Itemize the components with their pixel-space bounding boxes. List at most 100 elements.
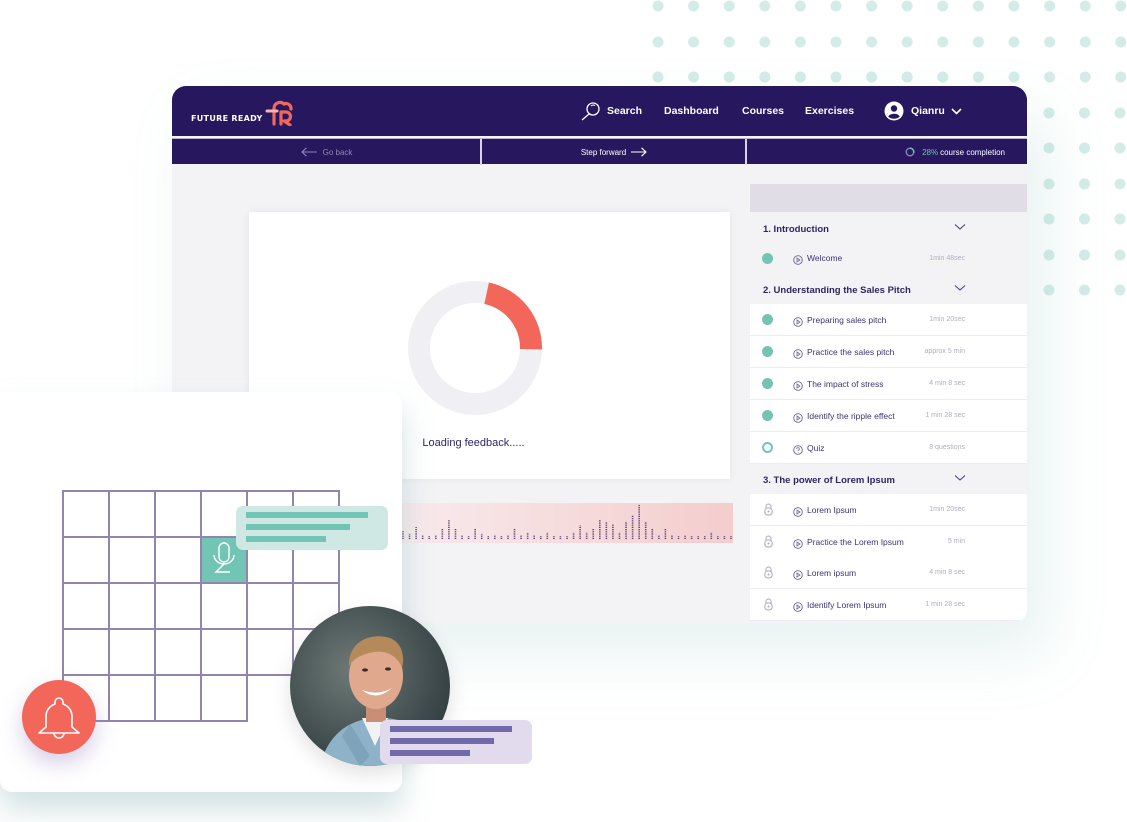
sidebar-header <box>750 184 1027 212</box>
section-header[interactable]: 3. The power of Lorem Ipsum <box>750 465 1027 495</box>
decor-dot <box>830 36 842 48</box>
lesson-duration: 8 questions <box>929 444 965 451</box>
text-placeholder-bar <box>246 536 326 542</box>
play-icon-wrap <box>793 536 803 554</box>
decor-dot <box>652 36 664 48</box>
status-dot-done <box>762 410 773 421</box>
decor-dot <box>1114 178 1126 190</box>
lesson-title: Welcome <box>807 253 843 263</box>
nav-exercises[interactable]: Exercises <box>805 86 854 136</box>
lesson-title: Practice the sales pitch <box>807 346 895 357</box>
calendar-cell[interactable] <box>108 582 156 630</box>
decor-dot <box>1008 0 1020 12</box>
status-dot-done <box>762 252 773 264</box>
lesson-title: Identify the ripple effect <box>807 410 895 421</box>
play-icon-wrap <box>793 504 803 522</box>
decor-dot <box>830 0 842 12</box>
arrow-left-icon <box>300 147 317 157</box>
nav-search[interactable]: Search <box>580 86 642 136</box>
decor-dot <box>1079 107 1090 119</box>
calendar-cell[interactable] <box>108 490 156 538</box>
marketing-composition: FUTURE READY Search Dashboard Courses Ex… <box>0 0 1127 822</box>
decor-dot <box>937 71 949 83</box>
text-placeholder-bar <box>390 738 494 744</box>
decor-dot <box>652 0 664 12</box>
calendar-cell[interactable] <box>62 628 110 676</box>
decor-dot <box>830 71 842 83</box>
section-header[interactable]: 2. Understanding the Sales Pitch <box>750 275 1027 305</box>
section-title: 3. The power of Lorem Ipsum <box>763 474 895 486</box>
completion-percent: 28% <box>922 147 939 157</box>
decor-dot <box>794 71 806 83</box>
course-completion: 28% course completion <box>747 139 1027 165</box>
nav-dashboard[interactable]: Dashboard <box>664 86 719 136</box>
calendar-cell[interactable] <box>200 582 248 630</box>
decor-dot <box>1043 284 1055 296</box>
decor-dot <box>1115 36 1127 48</box>
user-menu[interactable]: Qianru <box>884 86 962 136</box>
decor-dot <box>866 71 878 83</box>
lesson-item[interactable]: The impact of stress 4 min 8 sec <box>750 368 1027 400</box>
nav-courses[interactable]: Courses <box>742 86 784 136</box>
lesson-item[interactable]: Identify Lorem Ipsum 1 min 28 sec <box>750 589 1027 621</box>
decor-dot <box>1008 71 1020 83</box>
section-title: 1. Introduction <box>763 223 829 235</box>
lesson-duration: 1 min 28 sec <box>925 412 965 419</box>
calendar-cell[interactable] <box>108 628 156 676</box>
decor-dot <box>972 0 984 12</box>
play-circle-icon <box>793 349 803 359</box>
calendar-cell[interactable] <box>246 582 294 630</box>
go-back-button[interactable]: Go back <box>172 139 481 165</box>
completion-label: course completion <box>940 147 1005 157</box>
lock-status <box>764 566 773 579</box>
calendar-cell[interactable] <box>62 490 110 538</box>
decor-dot <box>723 0 735 12</box>
decor-dot <box>1043 213 1055 225</box>
calendar-cell[interactable] <box>108 674 156 722</box>
decor-dot <box>1079 71 1091 83</box>
calendar-cell[interactable] <box>200 674 248 722</box>
calendar-cell[interactable] <box>108 536 156 584</box>
calendar-cell[interactable] <box>62 582 110 630</box>
lesson-duration: 4 min 8 sec <box>929 569 965 576</box>
lock-status <box>764 503 773 516</box>
decor-dot <box>723 71 735 83</box>
lock-icon <box>764 598 773 611</box>
calendar-cell[interactable] <box>62 536 110 584</box>
search-icon <box>581 102 600 121</box>
calendar-cell[interactable] <box>200 628 248 676</box>
lesson-item[interactable]: Welcome 1min 48sec <box>750 242 1027 274</box>
lesson-item[interactable]: Identify the ripple effect 1 min 28 sec <box>750 400 1027 432</box>
decor-dot <box>1008 36 1020 48</box>
decor-dot <box>972 71 984 83</box>
decor-dot <box>1115 71 1127 83</box>
lesson-item[interactable]: Practice the sales pitch approx 5 min <box>750 336 1027 368</box>
calendar-cell[interactable] <box>154 674 202 722</box>
section-header[interactable]: 1. Introduction <box>750 214 1027 244</box>
play-icon-wrap <box>793 567 803 585</box>
text-placeholder-bar <box>390 750 470 756</box>
brand-logo[interactable]: FUTURE READY <box>191 98 294 126</box>
decor-dot <box>972 36 984 48</box>
lesson-item[interactable]: Quiz 8 questions <box>750 432 1027 464</box>
notification-button[interactable] <box>22 680 96 754</box>
lesson-title: Practice the Lorem Ipsum <box>807 536 904 547</box>
calendar-cell[interactable] <box>154 582 202 630</box>
play-circle-icon <box>793 602 803 612</box>
calendar-cell[interactable] <box>246 628 294 676</box>
calendar-cell[interactable] <box>154 490 202 538</box>
calendar-cell[interactable] <box>154 536 202 584</box>
lesson-title: Preparing sales pitch <box>807 314 887 325</box>
arrow-right-icon <box>631 147 647 157</box>
lesson-item[interactable]: Lorem ipsum 4 min 8 sec <box>750 557 1027 589</box>
step-forward-button[interactable]: Step forward <box>482 139 746 165</box>
play-circle-icon <box>793 570 803 580</box>
lock-icon <box>764 535 773 548</box>
decor-dot <box>1115 0 1127 12</box>
decor-dot <box>1114 142 1126 154</box>
lesson-item[interactable]: Practice the Lorem Ipsum 5 min <box>750 526 1027 558</box>
lesson-item[interactable]: Lorem Ipsum 1min 20sec <box>750 494 1027 526</box>
lesson-navigation-bar: Go back Step forward 28% course completi… <box>172 138 1027 165</box>
lesson-item[interactable]: Preparing sales pitch 1min 20sec <box>750 304 1027 336</box>
calendar-cell[interactable] <box>154 628 202 676</box>
